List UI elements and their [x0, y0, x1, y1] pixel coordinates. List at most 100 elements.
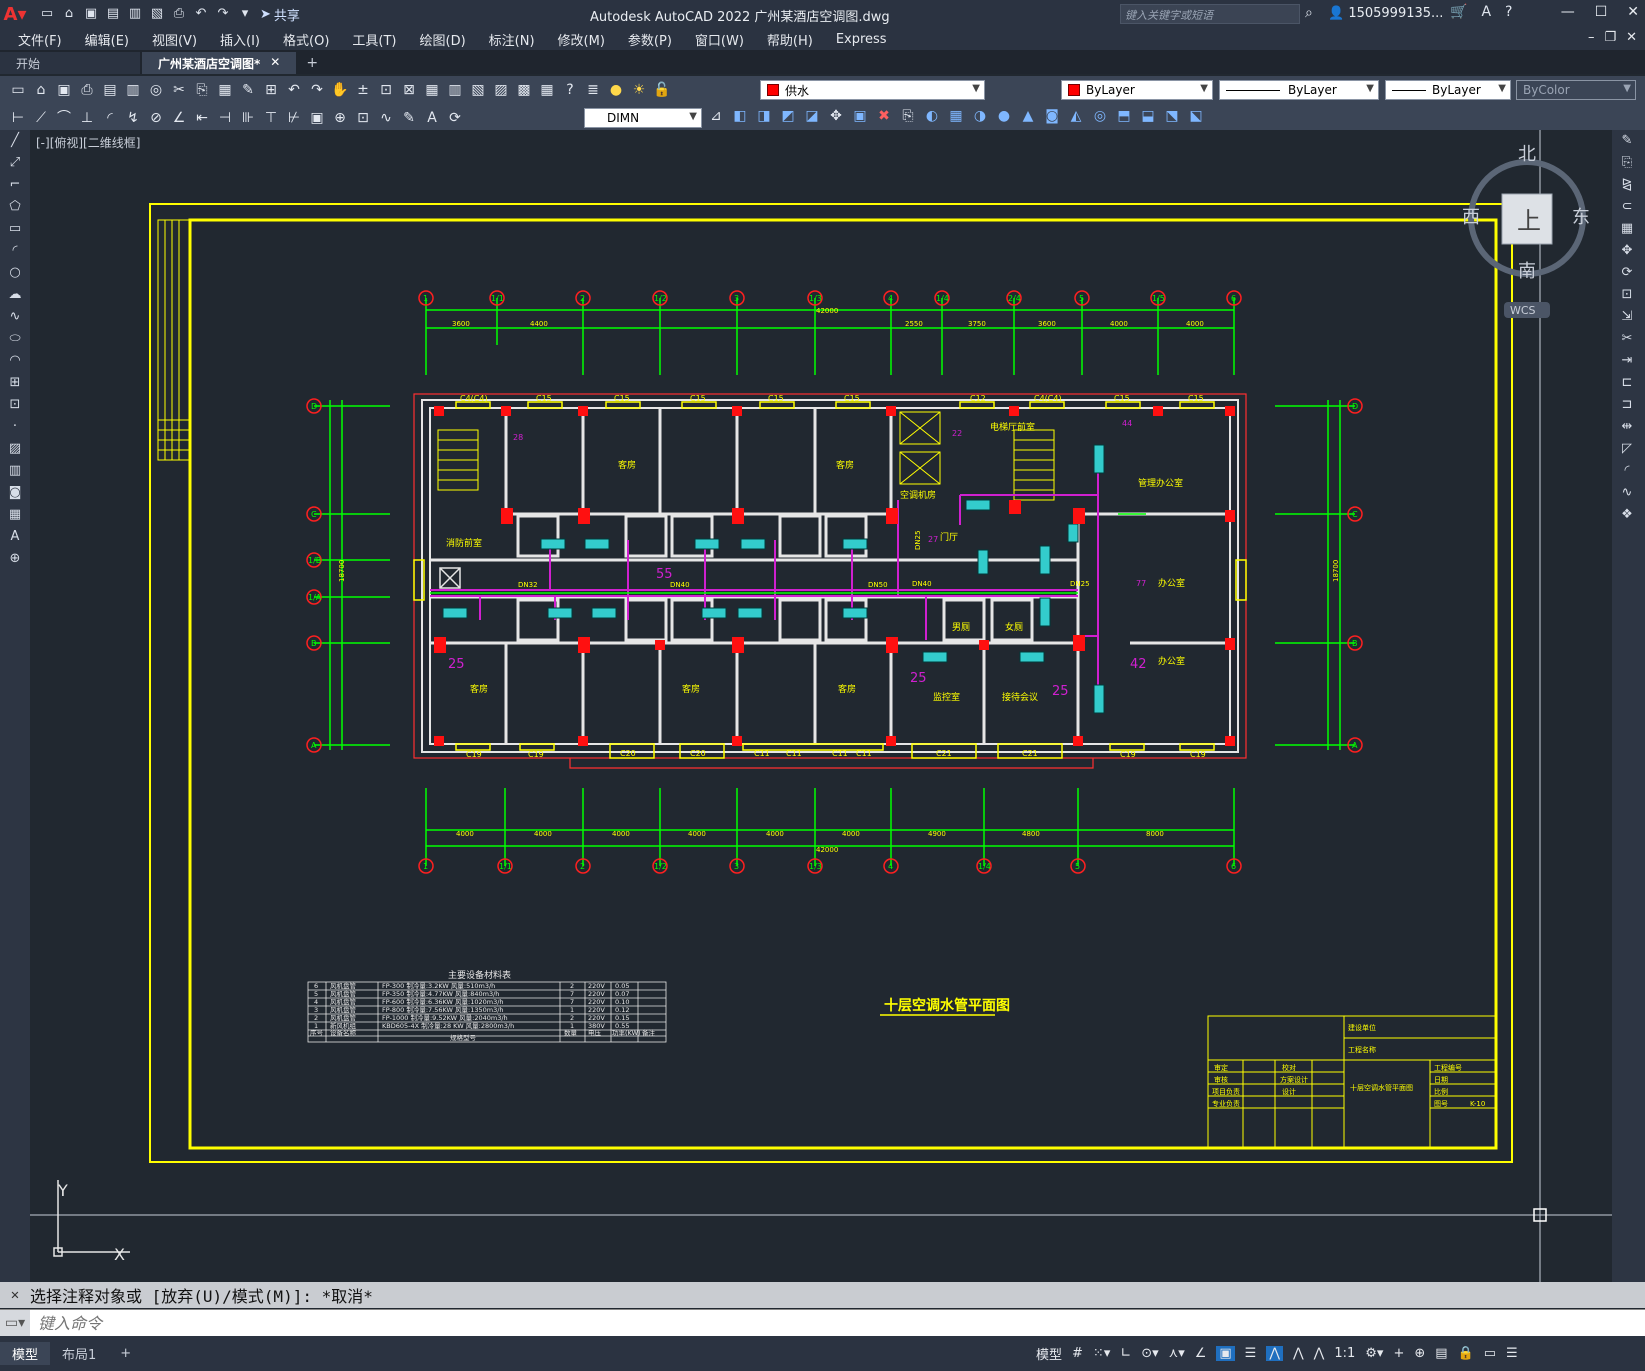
trim-icon[interactable]: ✂	[1612, 328, 1642, 350]
viewcube-west[interactable]: 西	[1462, 207, 1480, 228]
properties-icon[interactable]: ▦	[422, 80, 442, 100]
hatch-icon[interactable]: ▨	[0, 438, 30, 460]
move-icon[interactable]: ✥	[1612, 240, 1642, 262]
extend-icon[interactable]: ⇥	[1612, 350, 1642, 372]
annotation-scale-icon[interactable]: ⋀	[1314, 1346, 1325, 1361]
plot-icon[interactable]: ⎙	[170, 5, 188, 23]
share-button[interactable]: ➤ 共享	[260, 5, 300, 24]
center-mark-icon[interactable]: ⊕	[330, 108, 350, 128]
annotation-scale-value[interactable]: 1:1	[1334, 1346, 1355, 1361]
fillet-icon[interactable]: ◜	[1612, 460, 1642, 482]
layer-dropdown[interactable]: 供水 ▼	[760, 80, 985, 100]
open-icon[interactable]: ⌂	[60, 5, 78, 23]
lineweight-icon[interactable]: ☰	[1245, 1346, 1257, 1361]
sphere-icon[interactable]: ●	[994, 106, 1014, 126]
auto-scale-icon[interactable]: ⋀	[1293, 1346, 1304, 1361]
match-prop-icon[interactable]: ✎	[238, 80, 258, 100]
zoom-realtime-icon[interactable]: ±	[353, 80, 373, 100]
move-icon[interactable]: ✥	[826, 106, 846, 126]
layer-lock-icon[interactable]: 🔓	[652, 80, 672, 100]
break-icon[interactable]: ⊐	[1612, 394, 1642, 416]
undo-icon[interactable]: ↶	[192, 5, 210, 23]
ellipse-icon[interactable]: ⬭	[0, 328, 30, 350]
menu-dimension[interactable]: 标注(N)	[489, 30, 535, 49]
menu-insert[interactable]: 插入(I)	[220, 30, 260, 49]
layer-freeze-icon[interactable]: ☀	[629, 80, 649, 100]
polyline-icon[interactable]: ⌐	[0, 174, 30, 196]
menu-edit[interactable]: 编辑(E)	[85, 30, 129, 49]
viewcube-east[interactable]: 东	[1572, 207, 1590, 228]
jogged-linear-icon[interactable]: ∿	[376, 108, 396, 128]
plot-icon[interactable]: ⎙	[77, 80, 97, 100]
rotate-icon[interactable]: ⟳	[1612, 262, 1642, 284]
units-icon[interactable]: ⊕	[1414, 1346, 1425, 1361]
new-icon[interactable]: ▭	[38, 5, 56, 23]
menu-format[interactable]: 格式(O)	[283, 30, 329, 49]
table-icon[interactable]: ▦	[0, 504, 30, 526]
viewcube-south[interactable]: 南	[1518, 261, 1536, 282]
open-icon[interactable]: ⌂	[31, 80, 51, 100]
slice-icon[interactable]: ⬔	[1162, 106, 1182, 126]
grid-icon[interactable]: #	[1072, 1346, 1083, 1361]
quick-properties-icon[interactable]: ▤	[1435, 1346, 1447, 1361]
redo-icon[interactable]: ↷	[214, 5, 232, 23]
help-icon[interactable]: ?	[560, 80, 580, 100]
zoom-previous-icon[interactable]: ⊠	[399, 80, 419, 100]
mirror-icon[interactable]: ⧎	[1612, 174, 1642, 196]
tab-layout1[interactable]: 布局1	[50, 1342, 108, 1365]
close-icon[interactable]: ✕	[1627, 4, 1639, 20]
new-tab-button[interactable]: +	[298, 52, 326, 74]
wedge-icon[interactable]: ◭	[1066, 106, 1086, 126]
quick-dim-icon[interactable]: ⇤	[192, 108, 212, 128]
scale-icon[interactable]: ⊡	[1612, 284, 1642, 306]
ortho-icon[interactable]: ∟	[1120, 1346, 1131, 1361]
lineweight-dropdown[interactable]: ByLayer ▼	[1385, 80, 1511, 100]
polygon-icon[interactable]: ⬠	[0, 196, 30, 218]
undo-icon[interactable]: ↶	[284, 80, 304, 100]
saveas-icon[interactable]: ▤	[104, 5, 122, 23]
save-icon[interactable]: ▣	[82, 5, 100, 23]
menu-modify[interactable]: 修改(M)	[558, 30, 605, 49]
tab-model[interactable]: 模型	[0, 1342, 51, 1365]
tab-start[interactable]: 开始	[0, 52, 140, 74]
viewcube-top-face[interactable]: 上	[1517, 207, 1541, 235]
redo-icon[interactable]: ↷	[307, 80, 327, 100]
lock-ui-icon[interactable]: 🔒	[1458, 1346, 1474, 1361]
make-block-icon[interactable]: ⊡	[0, 394, 30, 416]
blend-icon[interactable]: ∿	[1612, 482, 1642, 504]
linear-dim-icon[interactable]: ⊢	[8, 108, 28, 128]
arc-icon[interactable]: ◜	[0, 240, 30, 262]
union-icon[interactable]: ◪	[802, 106, 822, 126]
doc-restore-icon[interactable]: ❐	[1604, 30, 1616, 45]
dimstyle-icon[interactable]: ⊿	[706, 106, 726, 126]
doc-minimize-icon[interactable]: –	[1588, 30, 1595, 45]
menu-help[interactable]: 帮助(H)	[767, 30, 813, 49]
erase-icon[interactable]: ✖	[874, 106, 894, 126]
annotation-visibility-icon[interactable]: ⋀	[1266, 1346, 1283, 1361]
tool-palettes-icon[interactable]: ▧	[468, 80, 488, 100]
customize-status-icon[interactable]: ☰	[1506, 1346, 1518, 1361]
box-icon[interactable]: ▣	[850, 106, 870, 126]
publish-icon[interactable]: ▧	[148, 5, 166, 23]
view-3d-icon[interactable]: ◧	[730, 106, 750, 126]
point-icon[interactable]: ·	[0, 416, 30, 438]
ellipse-arc-icon[interactable]: ◠	[0, 350, 30, 372]
dim-break-icon[interactable]: ⊬	[284, 108, 304, 128]
zoom-window-icon[interactable]: ⊡	[376, 80, 396, 100]
command-input[interactable]	[38, 1313, 938, 1333]
mirror-icon[interactable]: ◑	[970, 106, 990, 126]
aligned-dim-icon[interactable]: ⟋	[31, 108, 51, 128]
insert-block-icon[interactable]: ⊞	[0, 372, 30, 394]
command-customize-icon[interactable]: ▭▾	[0, 1309, 30, 1337]
explode-icon[interactable]: ❖	[1612, 504, 1642, 526]
gradient-icon[interactable]: ▥	[0, 460, 30, 482]
jogged-icon[interactable]: ↯	[123, 108, 143, 128]
cone-icon[interactable]: ▲	[1018, 106, 1038, 126]
construction-line-icon[interactable]: ⤢	[0, 152, 30, 174]
autodesk-app-icon[interactable]: A	[1481, 4, 1491, 20]
tab-close-icon[interactable]: ✕	[270, 55, 280, 74]
copy-icon[interactable]: ⎘	[1612, 152, 1642, 174]
clean-screen-icon[interactable]: ▭	[1484, 1346, 1496, 1361]
sheet-set-icon[interactable]: ▨	[491, 80, 511, 100]
break-at-point-icon[interactable]: ⊏	[1612, 372, 1642, 394]
